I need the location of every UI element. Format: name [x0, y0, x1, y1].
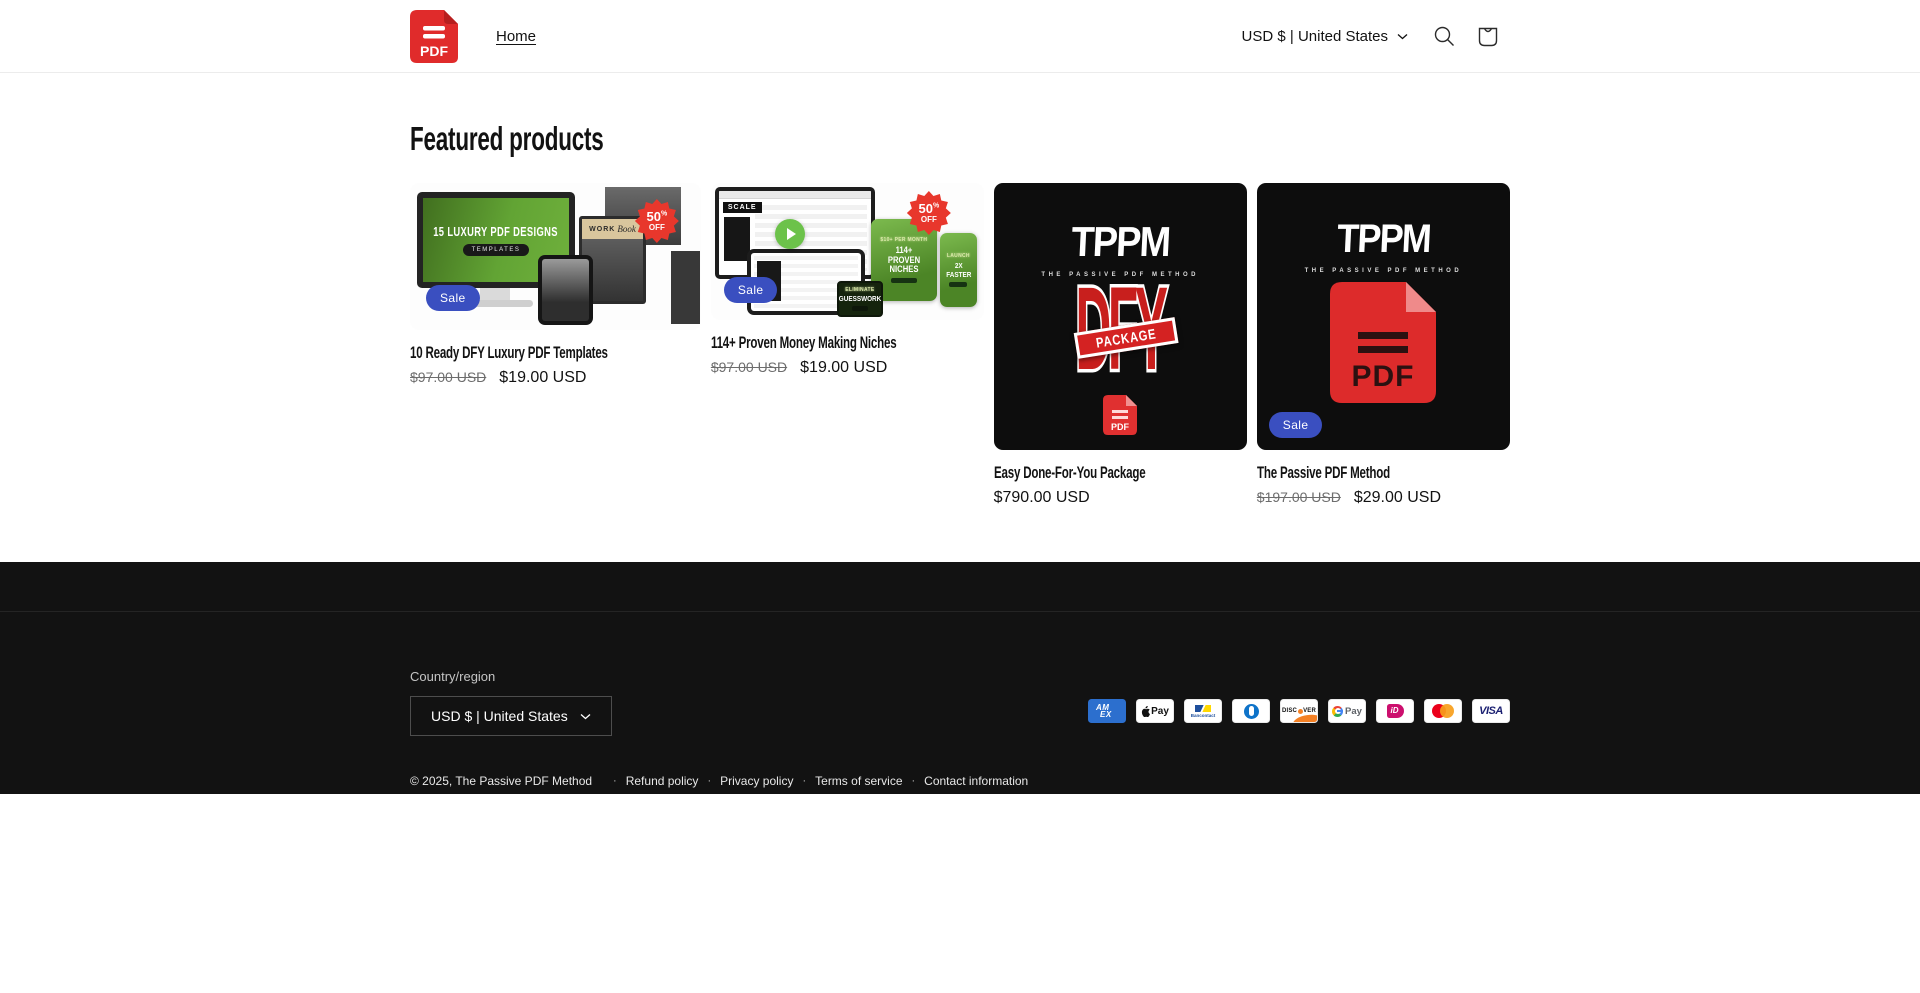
sale-badge: Sale [426, 285, 480, 311]
chevron-down-icon [1397, 33, 1408, 40]
cart-icon [1475, 23, 1501, 49]
payment-methods: AM EX Pay Bancontact DISC VER [1088, 699, 1510, 723]
sale-badge: Sale [724, 277, 778, 303]
product-card: TPPM THE PASSIVE PDF METHOD PDF Sale [1257, 183, 1510, 507]
bancontact-icon: Bancontact [1184, 699, 1222, 723]
footer-link-terms-of-service[interactable]: Terms of service [815, 774, 902, 788]
cart-button[interactable] [1466, 14, 1510, 58]
country-region-label: Country/region [410, 669, 612, 684]
country-region-selector[interactable]: USD $ | United States [410, 696, 612, 736]
guesswork-panel-art: ELIMINATE GUESSWORK [837, 281, 883, 317]
svg-text:PDF: PDF [1111, 422, 1130, 432]
country-region-value: USD $ | United States [431, 708, 568, 724]
amex-icon: AM EX [1088, 699, 1126, 723]
footer-legal-row: © 2025, The Passive PDF Method · Refund … [410, 736, 1510, 794]
search-button[interactable] [1422, 14, 1466, 58]
sale-badge: Sale [1269, 412, 1323, 438]
ideal-icon: iD [1376, 699, 1414, 723]
google-pay-icon: Pay [1328, 699, 1366, 723]
nav-link-home[interactable]: Home [496, 28, 536, 45]
product-title-link[interactable]: Easy Done-For-You Package [994, 463, 1247, 483]
sale-price: $29.00 USD [1354, 489, 1441, 507]
price-row: $790.00 USD [994, 489, 1247, 507]
svg-text:PDF: PDF [1352, 360, 1415, 393]
svg-text:PDF: PDF [420, 43, 448, 59]
product-card: TPPM THE PASSIVE PDF METHOD DFY PACKAGE [994, 183, 1247, 507]
price-row: $97.00 USD $19.00 USD [410, 369, 701, 387]
faster-panel-art: LAUNCH 2X FASTER [940, 233, 977, 307]
monitor-stand-art [480, 288, 510, 300]
product-title-link[interactable]: 114+ Proven Money Making Niches [711, 333, 984, 353]
discover-icon: DISC VER [1280, 699, 1318, 723]
regular-price: $790.00 USD [994, 489, 1090, 507]
tppm-logo: TPPM THE PASSIVE PDF METHOD [1257, 219, 1510, 277]
price-row: $97.00 USD $19.00 USD [711, 359, 984, 377]
copyright-text: © 2025, The Passive PDF Method [410, 774, 592, 788]
apple-pay-icon: Pay [1136, 699, 1174, 723]
pdf-logo-icon: PDF [410, 10, 458, 63]
product-title-link[interactable]: The Passive PDF Method [1257, 463, 1510, 483]
footer-divider-band [0, 562, 1920, 612]
mastercard-icon [1424, 699, 1462, 723]
phone-art [538, 255, 593, 325]
visa-icon: VISA [1472, 699, 1510, 723]
product-image-money-making-niches[interactable]: SCALE $10+ PER MONTH 114+ PROVEN NICHES … [711, 183, 984, 320]
pdf-icon-large: PDF [1257, 282, 1510, 408]
featured-products-heading: Featured products [410, 122, 1510, 155]
product-image-passive-pdf-method[interactable]: TPPM THE PASSIVE PDF METHOD PDF Sale [1257, 183, 1510, 450]
product-image-dfy-luxury-templates[interactable]: WORK Book 15 LUXURY PDF DESIGNS TEMPLATE… [410, 183, 701, 330]
main-content: Featured products WORK Book [0, 122, 1920, 507]
product-card: WORK Book 15 LUXURY PDF DESIGNS TEMPLATE… [410, 183, 701, 387]
pdf-icon-small: PDF [994, 395, 1247, 440]
sale-price: $19.00 USD [499, 369, 586, 387]
regular-price: $97.00 USD [410, 369, 486, 385]
play-button-art [775, 219, 805, 249]
search-icon [1431, 23, 1457, 49]
footer-link-contact-information[interactable]: Contact information [924, 774, 1028, 788]
product-card: SCALE $10+ PER MONTH 114+ PROVEN NICHES … [711, 183, 984, 377]
product-title-link[interactable]: 10 Ready DFY Luxury PDF Templates [410, 343, 701, 363]
regular-price: $97.00 USD [711, 359, 787, 375]
currency-label: USD $ | United States [1242, 28, 1388, 45]
site-header: PDF Home USD $ | United States [0, 0, 1920, 73]
footer-link-privacy-policy[interactable]: Privacy policy [720, 774, 793, 788]
product-grid: WORK Book 15 LUXURY PDF DESIGNS TEMPLATE… [410, 183, 1510, 507]
site-footer: Country/region USD $ | United States AM … [0, 562, 1920, 794]
regular-price: $197.00 USD [1257, 489, 1341, 505]
sale-price: $19.00 USD [800, 359, 887, 377]
chevron-down-icon [580, 713, 591, 720]
country-region-block: Country/region USD $ | United States [410, 669, 612, 736]
currency-selector[interactable]: USD $ | United States [1242, 28, 1408, 45]
product-image-dfy-package[interactable]: TPPM THE PASSIVE PDF METHOD DFY PACKAGE [994, 183, 1247, 450]
store-logo[interactable]: PDF [410, 10, 458, 63]
footer-link-refund-policy[interactable]: Refund policy [626, 774, 699, 788]
diners-club-icon [1232, 699, 1270, 723]
price-row: $197.00 USD $29.00 USD [1257, 489, 1510, 507]
